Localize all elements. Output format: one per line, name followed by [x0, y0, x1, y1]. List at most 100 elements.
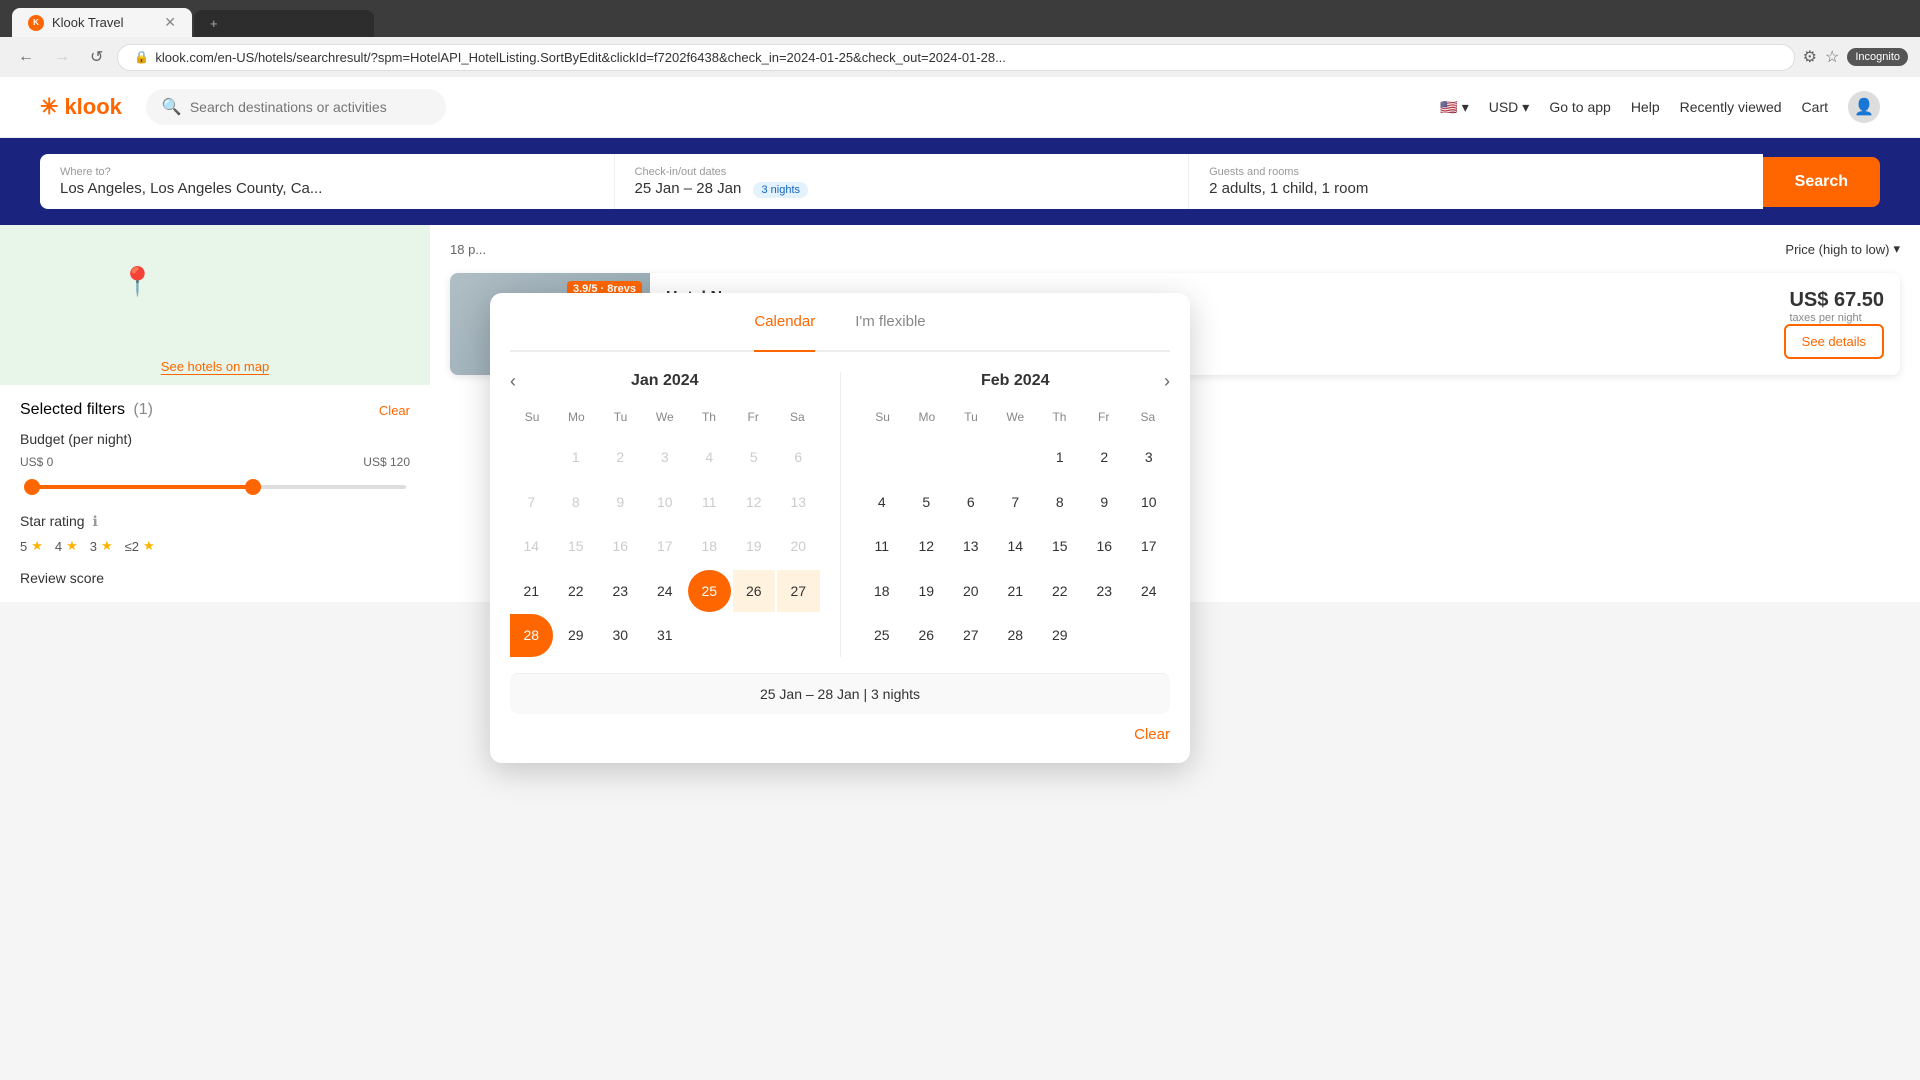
feb-day-10[interactable]: 10	[1128, 481, 1171, 524]
destination-value: Los Angeles, Los Angeles County, Ca...	[60, 180, 594, 197]
jan-day-29[interactable]: 29	[555, 614, 598, 657]
help-link[interactable]: Help	[1631, 99, 1660, 115]
feb-day-7[interactable]: 7	[994, 481, 1037, 524]
tab-close-button[interactable]: ✕	[164, 14, 176, 31]
see-on-map-link[interactable]: See hotels on map	[161, 359, 269, 375]
feb-day-5[interactable]: 5	[905, 481, 948, 524]
guests-field[interactable]: Guests and rooms 2 adults, 1 child, 1 ro…	[1189, 154, 1763, 209]
next-month-button[interactable]: ›	[1164, 371, 1170, 392]
jan-day-20: 20	[777, 525, 820, 568]
jan-day-25[interactable]: 25	[688, 570, 731, 613]
jan-day-21[interactable]: 21	[510, 570, 553, 613]
feb-day-1[interactable]: 1	[1039, 436, 1082, 479]
day-header-fr: Fr	[731, 406, 775, 428]
feb-day-4[interactable]: 4	[861, 481, 904, 524]
feb-day-24[interactable]: 24	[1128, 570, 1171, 613]
refresh-button[interactable]: ↺	[84, 43, 109, 71]
feb-day-3[interactable]: 3	[1128, 436, 1171, 479]
sort-chevron-icon: ▾	[1893, 241, 1900, 257]
feb-day-25[interactable]: 25	[861, 614, 904, 657]
budget-slider[interactable]	[24, 477, 406, 497]
flexible-tab[interactable]: I'm flexible	[855, 313, 925, 338]
feb-day-28[interactable]: 28	[994, 614, 1037, 657]
feb-day-13[interactable]: 13	[950, 525, 993, 568]
see-details-button[interactable]: See details	[1784, 324, 1884, 359]
feb-day-8[interactable]: 8	[1039, 481, 1082, 524]
jan-day-24[interactable]: 24	[644, 570, 687, 613]
feb-day-21[interactable]: 21	[994, 570, 1037, 613]
feb-day-11[interactable]: 11	[861, 525, 904, 568]
url-text: klook.com/en-US/hotels/searchresult/?spm…	[155, 50, 1777, 65]
flag-selector[interactable]: 🇺🇸 ▾	[1440, 99, 1468, 116]
active-tab[interactable]: K Klook Travel ✕	[12, 8, 192, 37]
extensions-icon: ⚙	[1803, 47, 1817, 67]
destination-field[interactable]: Where to? Los Angeles, Los Angeles Count…	[40, 154, 615, 209]
slider-right-thumb[interactable]	[245, 479, 261, 495]
calendar-tab[interactable]: Calendar	[754, 313, 815, 352]
jan-day-11: 11	[688, 481, 731, 524]
jan-day-26[interactable]: 26	[733, 570, 776, 613]
filters-title-text: Selected filters	[20, 401, 125, 418]
goto-app-link[interactable]: Go to app	[1549, 99, 1611, 115]
star-2-option[interactable]: ≤2★	[125, 538, 155, 554]
feb-day-20[interactable]: 20	[950, 570, 993, 613]
feb-day-18[interactable]: 18	[861, 570, 904, 613]
map-area: 📍 See hotels on map	[0, 225, 430, 385]
feb-day-6[interactable]: 6	[950, 481, 993, 524]
hero-search-bar: Where to? Los Angeles, Los Angeles Count…	[0, 138, 1920, 225]
new-tab-button[interactable]: +	[194, 10, 374, 37]
feb-day-23[interactable]: 23	[1083, 570, 1126, 613]
calendar-clear-button[interactable]: Clear	[1134, 726, 1170, 743]
feb-day-9[interactable]: 9	[1083, 481, 1126, 524]
forward-button[interactable]: →	[48, 44, 76, 70]
prev-month-button[interactable]: ‹	[510, 371, 516, 392]
date-value: 25 Jan – 28 Jan 3 nights	[635, 180, 1169, 197]
jan-day-23[interactable]: 23	[599, 570, 642, 613]
recently-viewed-link[interactable]: Recently viewed	[1680, 99, 1782, 115]
jan-day-30[interactable]: 30	[599, 614, 642, 657]
listing-count: 18 p...	[450, 242, 486, 257]
currency-selector[interactable]: USD ▾	[1489, 99, 1530, 116]
date-summary: 25 Jan – 28 Jan | 3 nights	[510, 673, 1170, 714]
currency-text: USD	[1489, 99, 1519, 115]
filters-clear-link[interactable]: Clear	[379, 403, 410, 418]
search-button[interactable]: Search	[1763, 157, 1880, 207]
jan-day-7: 7	[510, 481, 553, 524]
star-3-option[interactable]: 3★	[90, 538, 113, 554]
currency-chevron: ▾	[1522, 99, 1529, 116]
feb-day-2[interactable]: 2	[1083, 436, 1126, 479]
jan-day-12: 12	[733, 481, 776, 524]
bookmark-icon: ☆	[1825, 47, 1839, 67]
cart-link[interactable]: Cart	[1802, 99, 1828, 115]
star-4-option[interactable]: 4★	[55, 538, 78, 554]
day-header-sa: Sa	[775, 406, 819, 428]
feb-day-17[interactable]: 17	[1128, 525, 1171, 568]
feb-day-19[interactable]: 19	[905, 570, 948, 613]
feb-day-14[interactable]: 14	[994, 525, 1037, 568]
jan-day-22[interactable]: 22	[555, 570, 598, 613]
global-search-bar[interactable]: 🔍	[146, 89, 446, 125]
jan-day-14: 14	[510, 525, 553, 568]
feb-day-12[interactable]: 12	[905, 525, 948, 568]
user-avatar[interactable]: 👤	[1848, 91, 1880, 123]
jan-day-27[interactable]: 27	[777, 570, 820, 613]
slider-left-thumb[interactable]	[24, 479, 40, 495]
feb-day-26[interactable]: 26	[905, 614, 948, 657]
back-button[interactable]: ←	[12, 44, 40, 70]
review-section: Review score	[20, 570, 410, 586]
logo[interactable]: ✳ klook	[40, 94, 122, 120]
global-search-input[interactable]	[190, 99, 430, 115]
sort-dropdown[interactable]: Price (high to low) ▾	[1785, 241, 1900, 257]
feb-day-22[interactable]: 22	[1039, 570, 1082, 613]
feb-day-16[interactable]: 16	[1083, 525, 1126, 568]
feb-day-27[interactable]: 27	[950, 614, 993, 657]
day-header-tu: Tu	[598, 406, 642, 428]
jan-day-28[interactable]: 28	[510, 614, 553, 657]
star-5-option[interactable]: 5★	[20, 538, 43, 554]
jan-day-31[interactable]: 31	[644, 614, 687, 657]
address-bar[interactable]: 🔒 klook.com/en-US/hotels/searchresult/?s…	[117, 44, 1794, 71]
feb-day-29[interactable]: 29	[1039, 614, 1082, 657]
date-field[interactable]: Check-in/out dates 25 Jan – 28 Jan 3 nig…	[615, 154, 1190, 209]
jan-day-8: 8	[555, 481, 598, 524]
feb-day-15[interactable]: 15	[1039, 525, 1082, 568]
